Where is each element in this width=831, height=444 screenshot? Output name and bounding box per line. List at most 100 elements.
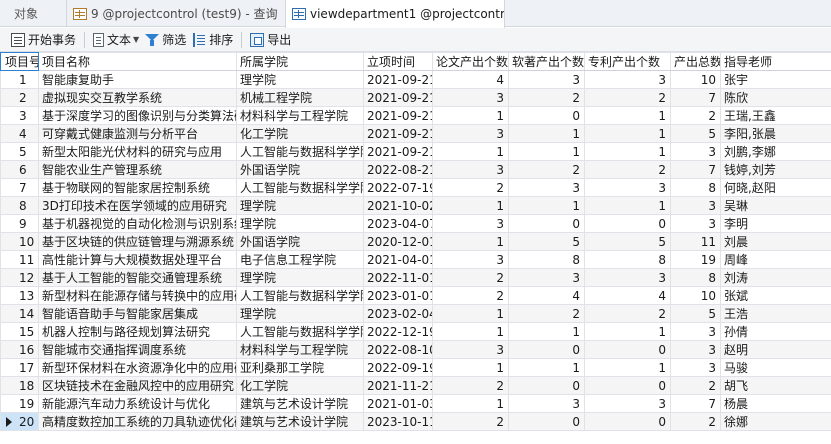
cell-papers[interactable]: 4 <box>432 70 509 89</box>
cell-papers[interactable]: 3 <box>432 160 509 179</box>
cell-id[interactable]: 6 <box>0 160 39 179</box>
table-row[interactable]: 3 基于深度学习的图像识别与分类算法研究 材料科学与工程学院 2021-09-21 1 0… <box>0 106 831 125</box>
cell-total[interactable]: 8 <box>670 178 721 197</box>
cell-date[interactable]: 2022-12-19 <box>363 322 433 341</box>
cell-date[interactable]: 2021-09-21 <box>363 70 433 89</box>
cell-id[interactable]: 17 <box>0 358 39 377</box>
cell-software[interactable]: 1 <box>508 358 585 377</box>
cell-software[interactable]: 0 <box>508 376 585 395</box>
cell-college[interactable]: 人工智能与数据科学学院 <box>236 322 364 341</box>
cell-project-name[interactable]: 高性能计算与大规模数据处理平台 <box>38 250 237 269</box>
cell-total[interactable]: 7 <box>670 160 721 179</box>
cell-software[interactable]: 2 <box>508 304 585 323</box>
table-row[interactable]: 9 基于机器视觉的自动化检测与识别系统 理学院 2023-04-07 3 0 0 3 李明 <box>0 214 831 233</box>
cell-software[interactable]: 3 <box>508 268 585 287</box>
cell-papers[interactable]: 1 <box>432 322 509 341</box>
cell-date[interactable]: 2021-09-21 <box>363 142 433 161</box>
cell-software[interactable]: 1 <box>508 124 585 143</box>
cell-advisor[interactable]: 周峰 <box>720 250 831 269</box>
cell-patents[interactable]: 1 <box>584 142 671 161</box>
cell-advisor[interactable]: 刘晨 <box>720 232 831 251</box>
table-row[interactable]: 1 智能康复助手 理学院 2021-09-21 4 3 3 10 张宇 <box>0 70 831 89</box>
cell-date[interactable]: 2021-09-21 <box>363 124 433 143</box>
table-row[interactable]: 6 智能农业生产管理系统 外国语学院 2022-08-21 3 2 2 7 钱婷,刘芳 <box>0 160 831 179</box>
table-row[interactable]: 19 新能源汽车动力系统设计与优化 建筑与艺术设计学院 2021-01-03 1 3 3 7 杨… <box>0 394 831 413</box>
col-header-college[interactable]: 所属学院 <box>236 52 364 71</box>
cell-college[interactable]: 化工学院 <box>236 124 364 143</box>
cell-advisor[interactable]: 孙倩 <box>720 322 831 341</box>
table-row[interactable]: 10 基于区块链的供应链管理与溯源系统 外国语学院 2020-12-01 1 5 5 11 刘晨 <box>0 232 831 251</box>
cell-papers[interactable]: 3 <box>432 214 509 233</box>
table-row[interactable]: 13 新型材料在能源存储与转换中的应用研究 人工智能与数据科学学院 2023-01-0… <box>0 286 831 305</box>
cell-software[interactable]: 2 <box>508 160 585 179</box>
cell-total[interactable]: 10 <box>670 286 721 305</box>
cell-college[interactable]: 外国语学院 <box>236 160 364 179</box>
tab-view-active[interactable]: viewdepartment1 @projectcontrol (... ✕ <box>285 0 505 28</box>
cell-date[interactable]: 2022-08-10 <box>363 340 433 359</box>
cell-college[interactable]: 理学院 <box>236 196 364 215</box>
cell-total[interactable]: 5 <box>670 304 721 323</box>
cell-college[interactable]: 亚利桑那工学院 <box>236 358 364 377</box>
cell-papers[interactable]: 3 <box>432 88 509 107</box>
cell-project-name[interactable]: 3D打印技术在医学领域的应用研究 <box>38 196 237 215</box>
cell-papers[interactable]: 2 <box>432 268 509 287</box>
cell-total[interactable]: 3 <box>670 142 721 161</box>
cell-advisor[interactable]: 何晓,赵阳 <box>720 178 831 197</box>
cell-patents[interactable]: 1 <box>584 124 671 143</box>
cell-papers[interactable]: 1 <box>432 394 509 413</box>
cell-total[interactable]: 7 <box>670 394 721 413</box>
cell-id[interactable]: 13 <box>0 286 39 305</box>
cell-total[interactable]: 10 <box>670 70 721 89</box>
cell-patents[interactable]: 0 <box>584 340 671 359</box>
cell-patents[interactable]: 3 <box>584 268 671 287</box>
cell-date[interactable]: 2021-10-02 <box>363 196 433 215</box>
table-row[interactable]: 4 可穿戴式健康监测与分析平台 化工学院 2021-09-21 3 1 1 5 李阳,张晨 <box>0 124 831 143</box>
cell-software[interactable]: 0 <box>508 340 585 359</box>
cell-date[interactable]: 2021-09-21 <box>363 106 433 125</box>
filter-button[interactable]: 筛选 <box>142 30 189 50</box>
cell-total[interactable]: 3 <box>670 340 721 359</box>
cell-date[interactable]: 2022-09-19 <box>363 358 433 377</box>
cell-project-name[interactable]: 新型材料在能源存储与转换中的应用研究 <box>38 286 237 305</box>
cell-patents[interactable]: 4 <box>584 286 671 305</box>
cell-total[interactable]: 2 <box>670 376 721 395</box>
table-row[interactable]: 11 高性能计算与大规模数据处理平台 电子信息工程学院 2021-04-01 3 8 8 19… <box>0 250 831 269</box>
cell-software[interactable]: 3 <box>508 70 585 89</box>
cell-college[interactable]: 理学院 <box>236 214 364 233</box>
cell-total[interactable]: 8 <box>670 268 721 287</box>
col-header-total[interactable]: 产出总数 <box>670 52 721 71</box>
cell-id[interactable]: 15 <box>0 322 39 341</box>
cell-project-name[interactable]: 基于人工智能的智能交通管理系统 <box>38 268 237 287</box>
cell-project-name[interactable]: 基于物联网的智能家居控制系统 <box>38 178 237 197</box>
cell-college[interactable]: 材料科学与工程学院 <box>236 106 364 125</box>
table-row[interactable]: 12 基于人工智能的智能交通管理系统 理学院 2022-11-01 2 3 3 8 刘涛 <box>0 268 831 287</box>
cell-total[interactable]: 2 <box>670 106 721 125</box>
cell-project-name[interactable]: 智能城市交通指挥调度系统 <box>38 340 237 359</box>
cell-project-name[interactable]: 基于机器视觉的自动化检测与识别系统 <box>38 214 237 233</box>
cell-patents[interactable]: 0 <box>584 376 671 395</box>
table-row[interactable]: 16 智能城市交通指挥调度系统 材料科学与工程学院 2022-08-10 3 0 0 3 赵明 <box>0 340 831 359</box>
cell-papers[interactable]: 2 <box>432 286 509 305</box>
cell-software[interactable]: 0 <box>508 106 585 125</box>
cell-id[interactable]: 4 <box>0 124 39 143</box>
cell-id[interactable]: 18 <box>0 376 39 395</box>
cell-id[interactable]: 8 <box>0 196 39 215</box>
cell-total[interactable]: 5 <box>670 124 721 143</box>
cell-college[interactable]: 建筑与艺术设计学院 <box>236 394 364 413</box>
cell-date[interactable]: 2020-12-01 <box>363 232 433 251</box>
cell-advisor[interactable]: 张宇 <box>720 70 831 89</box>
col-header-software[interactable]: 软著产出个数 <box>508 52 585 71</box>
cell-date[interactable]: 2023-10-11 <box>363 412 433 431</box>
col-header-date[interactable]: 立项时间 <box>363 52 433 71</box>
cell-project-name[interactable]: 可穿戴式健康监测与分析平台 <box>38 124 237 143</box>
col-header-patents[interactable]: 专利产出个数 <box>584 52 671 71</box>
cell-id[interactable]: 1 <box>0 70 39 89</box>
cell-patents[interactable]: 0 <box>584 412 671 431</box>
cell-advisor[interactable]: 钱婷,刘芳 <box>720 160 831 179</box>
data-grid[interactable]: 项目号 项目名称 所属学院 立项时间 论文产出个数 软著产出个数 专利产出个数 产出总数 指导老… <box>0 52 831 431</box>
cell-patents[interactable]: 1 <box>584 106 671 125</box>
cell-advisor[interactable]: 李明 <box>720 214 831 233</box>
cell-patents[interactable]: 1 <box>584 196 671 215</box>
cell-papers[interactable]: 3 <box>432 340 509 359</box>
cell-papers[interactable]: 1 <box>432 358 509 377</box>
